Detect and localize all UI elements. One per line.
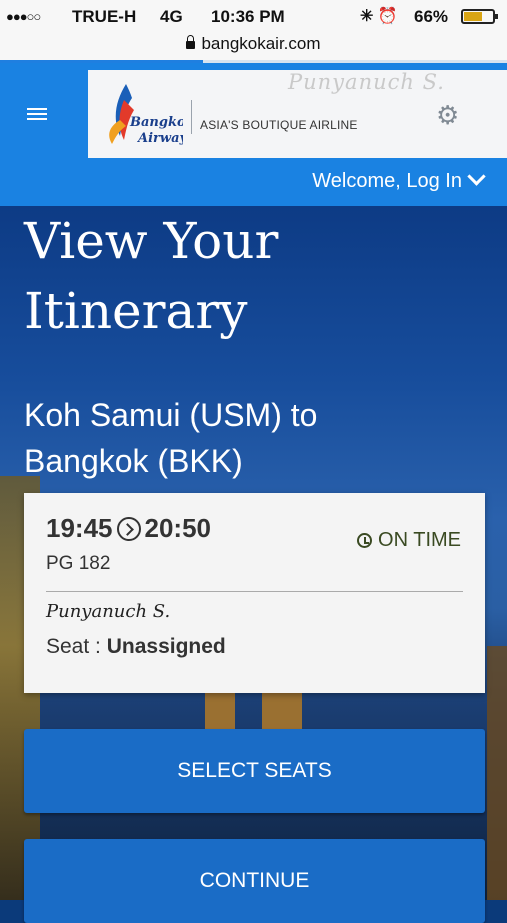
battery-icon bbox=[461, 9, 498, 24]
menu-icon[interactable] bbox=[27, 108, 47, 120]
url-text: bangkokair.com bbox=[201, 34, 321, 53]
flight-times: 19:45 20:50 bbox=[46, 513, 211, 544]
departure-time: 19:45 bbox=[46, 513, 113, 543]
background-temple bbox=[487, 646, 507, 900]
logo-tagline: ASIA'S BOUTIQUE AIRLINE bbox=[200, 118, 358, 132]
carrier-name: TRUE-H bbox=[72, 7, 137, 26]
page-title: View Your Itinerary bbox=[24, 212, 279, 340]
logo-panel[interactable]: Bangkok Airways ASIA'S BOUTIQUE AIRLINE … bbox=[88, 70, 507, 158]
gear-icon[interactable]: ⚙ bbox=[436, 100, 459, 131]
status-text: ON TIME bbox=[378, 529, 461, 551]
flight-number: PG 182 bbox=[46, 553, 111, 574]
divider bbox=[46, 591, 463, 592]
welcome-bar: Welcome, Log In bbox=[0, 158, 507, 206]
watermark: Punyanuch S. bbox=[288, 70, 445, 94]
svg-text:Bangkok: Bangkok bbox=[129, 115, 183, 130]
site-header: Bangkok Airways ASIA'S BOUTIQUE AIRLINE … bbox=[0, 63, 507, 158]
battery-percent: 66% bbox=[414, 7, 449, 26]
login-dropdown[interactable]: Welcome, Log In bbox=[312, 167, 486, 193]
clock-time: 10:36 PM bbox=[211, 7, 285, 26]
lock-icon bbox=[186, 35, 196, 49]
select-seats-button[interactable]: SELECT SEATS bbox=[24, 729, 485, 813]
bangkok-airways-logo: Bangkok Airways bbox=[109, 84, 183, 146]
svg-text:Airways: Airways bbox=[136, 131, 183, 146]
loading-and-alarm-icons: ✳ ⏰ bbox=[360, 8, 398, 25]
welcome-text: Welcome, Log In bbox=[312, 170, 462, 192]
status-bar: ●●●○○ TRUE-H 4G 10:36 PM ✳ ⏰ 66% bbox=[0, 0, 507, 34]
route-destination: Bangkok (BKK) bbox=[24, 443, 243, 479]
route-origin: Koh Samui (USM) to bbox=[24, 397, 318, 433]
continue-button[interactable]: CONTINUE bbox=[24, 839, 485, 923]
address-bar[interactable]: bangkokair.com bbox=[0, 34, 507, 60]
flight-card: 19:45 20:50 PG 182 ON TIME Punyanuch S. S… bbox=[24, 493, 485, 693]
network-type: 4G bbox=[160, 7, 183, 26]
seat-value: Unassigned bbox=[106, 635, 226, 658]
route-heading: Koh Samui (USM) to Bangkok (BKK) bbox=[24, 392, 484, 484]
arrow-right-circle-icon bbox=[116, 517, 141, 541]
background-temple bbox=[262, 691, 302, 731]
clock-icon bbox=[357, 533, 373, 548]
logo-divider bbox=[191, 100, 192, 134]
chevron-down-icon bbox=[467, 167, 486, 186]
arrival-time: 20:50 bbox=[144, 513, 212, 543]
passenger-signature: Punyanuch S. bbox=[46, 601, 171, 622]
hero-section: View Your Itinerary Koh Samui (USM) to B… bbox=[0, 206, 507, 923]
signal-strength-icon: ●●●○○ bbox=[6, 9, 41, 24]
seat-label: Seat : bbox=[46, 635, 101, 658]
background-temple bbox=[205, 691, 235, 731]
status-badge: ON TIME bbox=[357, 529, 461, 552]
seat-info: Seat : Unassigned bbox=[46, 635, 226, 659]
